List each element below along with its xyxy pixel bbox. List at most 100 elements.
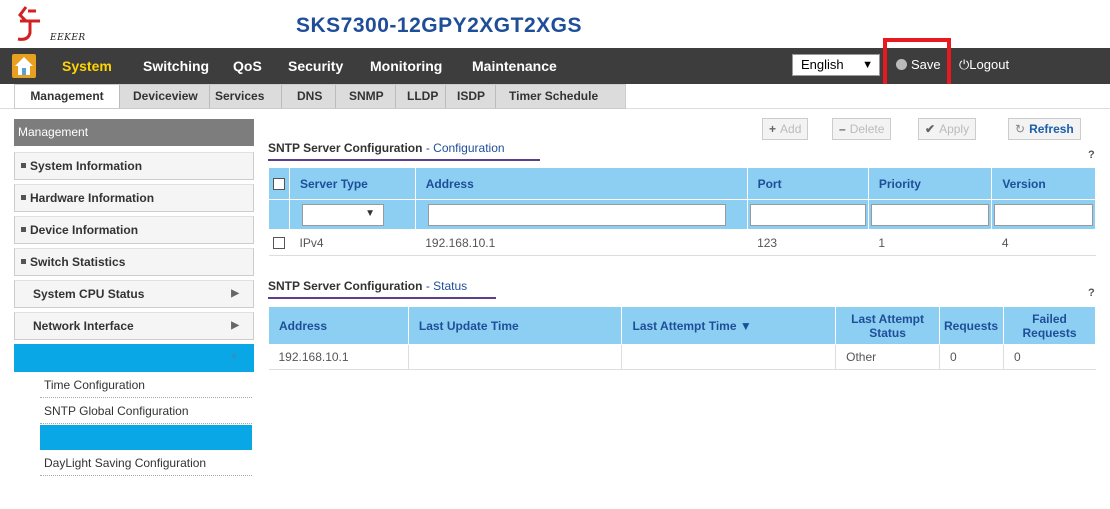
config-header-row: Server Type Address Port Priority Versio…: [268, 167, 1096, 200]
sidebar-item-label: System Information: [30, 159, 143, 173]
add-label: Add: [780, 122, 802, 136]
apply-label: Apply: [939, 122, 970, 136]
col-port[interactable]: Port: [746, 167, 869, 200]
add-button[interactable]: + Add: [762, 118, 809, 140]
sidebar-item-label: Device Information: [30, 223, 139, 237]
refresh-icon: ↻: [1015, 122, 1026, 136]
status-help-icon[interactable]: ?: [1088, 287, 1095, 299]
cell-status-address: 192.168.10.1: [268, 344, 409, 370]
nav-monitoring[interactable]: Monitoring: [370, 58, 442, 74]
subtab-lldp[interactable]: LLDP: [401, 85, 444, 108]
subtab-timer-schedule[interactable]: Timer Schedule: [503, 85, 604, 108]
sidebar-sub-sntp-global-configuration[interactable]: SNTP Global Configuration: [40, 399, 252, 424]
refresh-button[interactable]: ↻ Refresh: [1008, 118, 1081, 140]
device-model-title: SKS7300-12GPY2XGT2XGS: [296, 14, 582, 37]
language-value: English: [801, 57, 844, 72]
status-table: Address Last Update Time Last Attempt Ti…: [268, 306, 1096, 370]
chevron-right-icon: ▶: [231, 320, 239, 331]
nav-switching[interactable]: Switching: [143, 58, 209, 74]
col-address[interactable]: Address: [414, 167, 748, 200]
col-last-attempt-time[interactable]: Last Attempt Time ▼: [621, 306, 837, 345]
chevron-down-icon: ▼: [365, 207, 375, 219]
sidebar-item-network-interface[interactable]: Network Interface ▶: [14, 312, 254, 340]
home-icon[interactable]: [10, 52, 38, 80]
language-select[interactable]: English ▼: [792, 54, 880, 76]
sidebar-item-label: Network Interface: [33, 319, 134, 333]
nav-security[interactable]: Security: [288, 58, 343, 74]
sidebar-item-time[interactable]: Time ▼: [14, 344, 254, 372]
filter-server-type-cell: ▼: [289, 199, 416, 230]
logo-text: EEKER: [50, 33, 86, 43]
col-status-address[interactable]: Address: [268, 306, 409, 345]
table-row[interactable]: IPv4 192.168.10.1 123 1 4: [268, 229, 1096, 256]
cell-version: 4: [991, 229, 1096, 256]
apply-button[interactable]: ✔ Apply: [918, 118, 977, 140]
filter-empty-cell: [268, 199, 290, 230]
config-help-icon[interactable]: ?: [1088, 149, 1095, 161]
subtab-management[interactable]: Management: [15, 85, 119, 108]
chevron-down-icon: ▼: [229, 352, 239, 363]
sidebar-item-label: Time: [33, 351, 61, 365]
col-priority[interactable]: Priority: [867, 167, 993, 200]
filter-version-cell: [991, 199, 1096, 230]
sidebar-item-device-information[interactable]: Device Information: [14, 216, 254, 244]
chevron-down-icon: ▼: [862, 59, 873, 71]
sidebar-sub-time-configuration[interactable]: Time Configuration: [40, 373, 252, 398]
cell-address: 192.168.10.1: [415, 229, 748, 256]
sidebar-item-label: System CPU Status: [33, 287, 145, 301]
chevron-right-icon: ▶: [231, 288, 239, 299]
config-section-title: SNTP Server Configuration - Configuratio…: [268, 141, 505, 155]
refresh-label: Refresh: [1029, 122, 1074, 136]
col-last-attempt-status[interactable]: Last Attempt Status: [835, 306, 941, 345]
subnav-tabs: Management Deviceview Services DNS SNMP …: [14, 84, 626, 109]
status-title: SNTP Server Configuration: [268, 279, 423, 293]
table-row[interactable]: 192.168.10.1 Other 0 0: [268, 344, 1096, 370]
nav-system[interactable]: System: [62, 58, 112, 74]
cell-failed: 0: [1003, 344, 1096, 370]
sidebar-item-switch-statistics[interactable]: Switch Statistics: [14, 248, 254, 276]
subtab-dns[interactable]: DNS: [291, 85, 328, 108]
bullet-icon: [21, 195, 26, 201]
subtab-snmp[interactable]: SNMP: [343, 85, 390, 108]
port-filter-input[interactable]: [749, 203, 866, 226]
select-all-checkbox[interactable]: [273, 178, 285, 191]
sidebar-sub-sntp-server-configuration[interactable]: SNTP Server Configuration: [40, 425, 252, 450]
version-filter-input[interactable]: [994, 203, 1093, 226]
status-header-row: Address Last Update Time Last Attempt Ti…: [268, 306, 1096, 345]
row-select-cell: [268, 229, 290, 256]
logout-button[interactable]: ⏻Logout: [959, 57, 1009, 73]
sidebar-heading: Management: [14, 119, 254, 146]
nav-qos[interactable]: QoS: [233, 58, 262, 74]
address-filter-input[interactable]: [427, 203, 726, 226]
filter-row: ▼: [268, 199, 1096, 230]
sidebar-sub-daylight-saving-configuration[interactable]: DayLight Saving Configuration: [40, 451, 252, 476]
config-table: Server Type Address Port Priority Versio…: [268, 167, 1096, 256]
sidebar-item-system-cpu-status[interactable]: System CPU Status ▶: [14, 280, 254, 308]
row-checkbox[interactable]: [272, 237, 285, 250]
sidebar-item-system-information[interactable]: System Information: [14, 152, 254, 180]
logout-label: Logout: [969, 57, 1010, 72]
sidebar-item-label: Hardware Information: [30, 191, 155, 205]
col-requests[interactable]: Requests: [939, 306, 1004, 345]
cell-port: 123: [747, 229, 869, 256]
priority-filter-input[interactable]: [870, 203, 990, 226]
status-section-title: SNTP Server Configuration - Status: [268, 279, 467, 293]
col-last-update-time[interactable]: Last Update Time: [407, 306, 623, 345]
status-subtitle: - Status: [425, 279, 468, 293]
cell-last-update: [407, 344, 622, 370]
sidebar-item-hardware-information[interactable]: Hardware Information: [14, 184, 254, 212]
plus-icon: +: [769, 122, 777, 136]
col-version[interactable]: Version: [991, 167, 1096, 200]
subtab-deviceview[interactable]: Deviceview: [127, 85, 204, 108]
server-type-filter-select[interactable]: ▼: [302, 203, 384, 226]
nav-maintenance[interactable]: Maintenance: [472, 58, 557, 74]
cell-requests: 0: [939, 344, 1004, 370]
col-server-type[interactable]: Server Type: [289, 167, 416, 200]
minus-icon: –: [839, 122, 846, 136]
subtab-services[interactable]: Services: [209, 85, 270, 108]
col-failed-requests[interactable]: Failed Requests: [1003, 306, 1096, 345]
filter-port-cell: [746, 199, 869, 230]
sub-navbar: Management Deviceview Services DNS SNMP …: [0, 84, 1110, 109]
delete-button[interactable]: – Delete: [832, 118, 892, 140]
subtab-isdp[interactable]: ISDP: [451, 85, 491, 108]
